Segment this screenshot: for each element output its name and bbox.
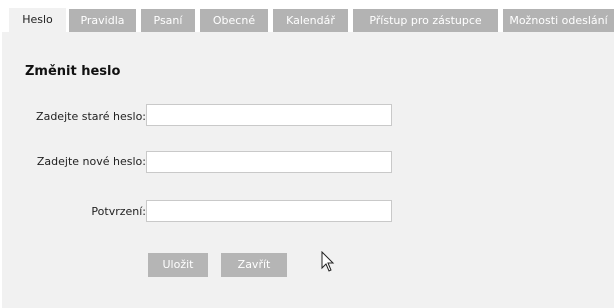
new-password-field[interactable] [146,151,392,173]
close-button[interactable]: Zavřít [221,253,287,277]
new-password-label: Zadejte nové heslo: [36,155,146,168]
confirm-password-label: Potvrzení: [91,205,146,218]
confirm-password-field[interactable] [146,200,392,222]
tab-moznosti-odeslani[interactable]: Možnosti odeslání [503,9,614,32]
page-title: Změnit heslo [25,64,121,79]
tab-bar: Heslo Pravidla Psaní Obecné Kalendář Pří… [0,0,614,33]
mouse-cursor-icon [321,251,335,272]
tab-kalendar[interactable]: Kalendář [273,9,348,32]
tab-pristup-pro-zastupce[interactable]: Přístup pro zástupce [353,9,498,32]
tab-heslo[interactable]: Heslo [9,8,66,33]
tab-psani[interactable]: Psaní [141,9,195,32]
tab-obecne[interactable]: Obecné [200,9,268,32]
save-button[interactable]: Uložit [148,253,208,277]
old-password-field[interactable] [146,104,392,126]
tab-pravidla[interactable]: Pravidla [69,9,136,32]
old-password-label: Zadejte staré heslo: [36,110,146,123]
